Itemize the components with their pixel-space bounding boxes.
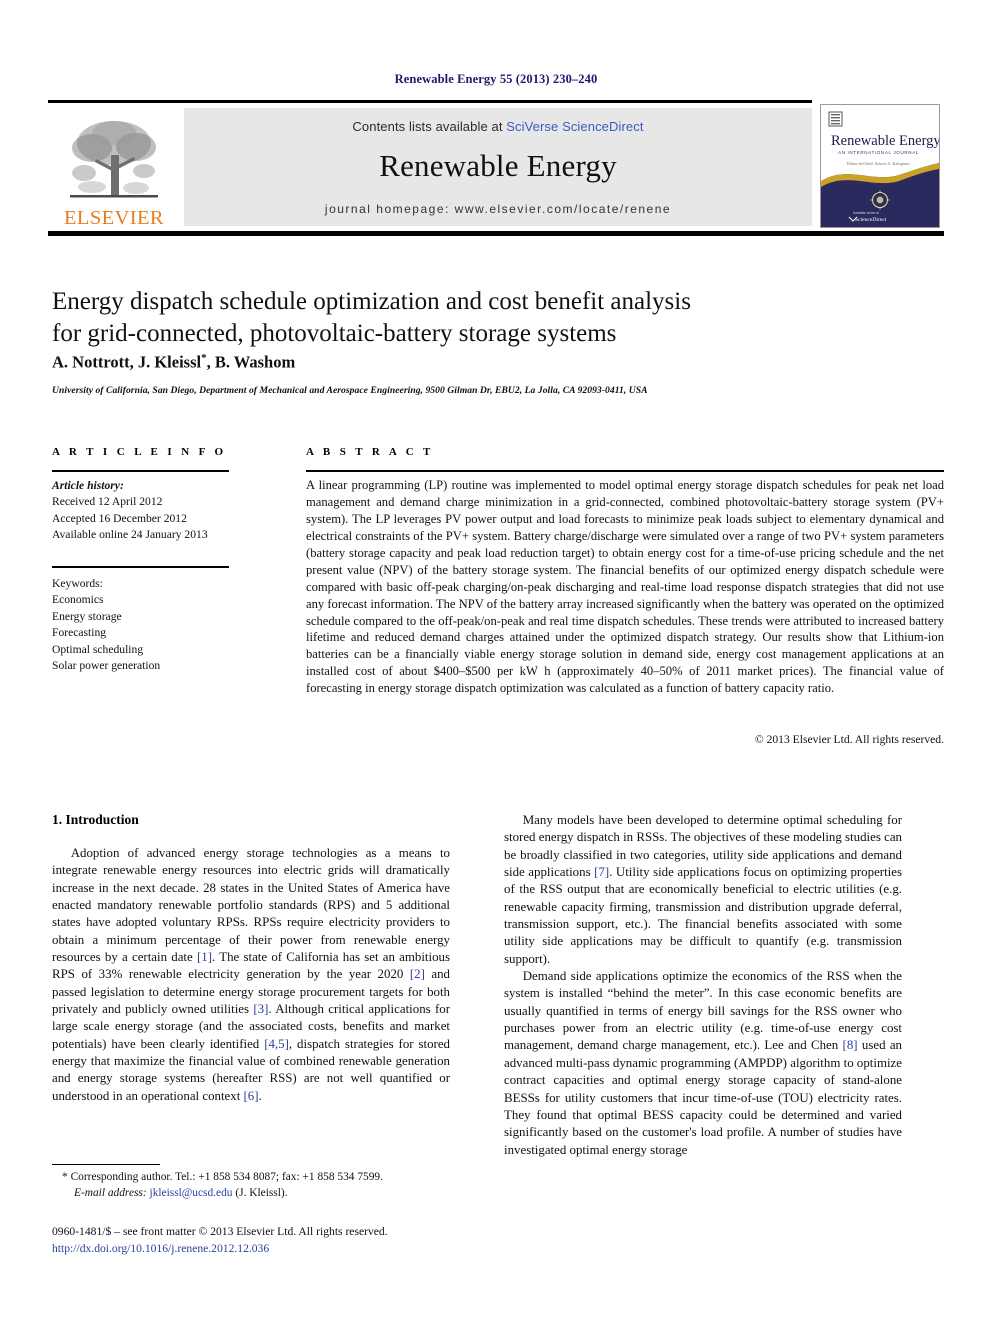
footnote-marker: * [62, 1171, 68, 1183]
elsevier-logo: ELSEVIER [52, 108, 176, 228]
journal-title: Renewable Energy [379, 148, 617, 183]
keywords-label: Keywords: [52, 577, 103, 590]
imprint-block: 0960-1481/$ – see front matter © 2013 El… [52, 1224, 472, 1258]
citation-link[interactable]: [4,5] [264, 1037, 289, 1051]
keyword-item: Solar power generation [52, 659, 161, 673]
journal-homepage[interactable]: journal homepage: www.elsevier.com/locat… [184, 202, 812, 216]
email-person: (J. Kleissl). [235, 1186, 288, 1199]
citation-link[interactable]: [7] [594, 865, 609, 879]
svg-text:ScienceDirect: ScienceDirect [855, 217, 887, 223]
article-info-rule [52, 470, 229, 472]
citation-link[interactable]: [3] [253, 1002, 268, 1016]
masthead-top-rule [48, 100, 812, 103]
history-accepted: Accepted 16 December 2012 [52, 511, 187, 525]
author-list: A. Nottrott, J. Kleissl*, B. Washom [52, 352, 852, 373]
page-title: Energy dispatch schedule optimization an… [52, 286, 852, 350]
keyword-item: Optimal scheduling [52, 642, 144, 656]
article-history-label: Article history: [52, 479, 124, 492]
svg-text:Available online at: Available online at [853, 211, 879, 215]
issn-line: 0960-1481/$ – see front matter © 2013 El… [52, 1225, 388, 1238]
abstract-rule [306, 470, 944, 472]
footnote-rule [52, 1164, 160, 1165]
sciencedirect-link[interactable]: SciVerse ScienceDirect [506, 119, 643, 134]
svg-text:AN INTERNATIONAL JOURNAL: AN INTERNATIONAL JOURNAL [838, 150, 919, 155]
email-label: E-mail address: [74, 1186, 147, 1199]
history-online: Available online 24 January 2013 [52, 528, 208, 542]
email-note: E-mail address: jkleissl@ucsd.edu (J. Kl… [52, 1186, 452, 1202]
paragraph: Adoption of advanced energy storage tech… [52, 846, 451, 1103]
citation-link[interactable]: [8] [843, 1038, 858, 1052]
journal-banner: Contents lists available at SciVerse Sci… [184, 108, 812, 226]
journal-cover-art: Renewable Energy AN INTERNATIONAL JOURNA… [821, 105, 939, 227]
running-head: Renewable Energy 55 (2013) 230–240 [394, 72, 598, 86]
svg-text:Renewable Energy: Renewable Energy [831, 133, 939, 149]
body-column-right: Many models have been developed to deter… [504, 812, 902, 1159]
paragraph: Many models have been developed to deter… [504, 813, 902, 966]
elsevier-wordmark: ELSEVIER [64, 206, 164, 229]
keywords-rule [52, 566, 229, 568]
keywords-block: Keywords: Economics Energy storage Forec… [52, 576, 237, 675]
contents-prefix: Contents lists available at [352, 119, 507, 134]
corresponding-author-note: * Corresponding author. Tel.: +1 858 534… [52, 1170, 452, 1186]
keyword-item: Forecasting [52, 626, 107, 640]
corresponding-author-text: Corresponding author. Tel.: +1 858 534 8… [70, 1171, 383, 1183]
paragraph: Demand side applications optimize the ec… [504, 969, 902, 1157]
abstract-text: A linear programming (LP) routine was im… [306, 478, 944, 696]
contents-list-line: Contents lists available at SciVerse Sci… [184, 108, 812, 134]
body-column-left: Adoption of advanced energy storage tech… [52, 845, 450, 1105]
svg-text:Editor-in-Chief: Soteris A. Ka: Editor-in-Chief: Soteris A. Kalogirou [847, 161, 910, 166]
citation-link[interactable]: [6] [244, 1089, 259, 1103]
title-line-1: Energy dispatch schedule optimization an… [52, 288, 691, 315]
history-received: Received 12 April 2012 [52, 495, 163, 509]
article-info-heading: A R T I C L E I N F O [52, 446, 227, 458]
journal-cover-thumbnail[interactable]: Renewable Energy AN INTERNATIONAL JOURNA… [820, 104, 940, 228]
keyword-item: Energy storage [52, 609, 122, 623]
authors-tail: , B. Washom [206, 352, 296, 372]
citation-link[interactable]: [2] [410, 967, 425, 981]
article-history-block: Article history: Received 12 April 2012 … [52, 478, 237, 544]
journal-masthead: ELSEVIER Contents lists available at Sci… [48, 100, 944, 236]
authors-main: A. Nottrott, J. Kleissl [52, 352, 202, 372]
citation-link[interactable]: [1] [197, 950, 212, 964]
title-line-2: for grid-connected, photovoltaic-battery… [52, 320, 617, 347]
abstract-copyright: © 2013 Elsevier Ltd. All rights reserved… [754, 733, 944, 746]
abstract-heading: A B S T R A C T [306, 446, 434, 458]
section-heading-introduction: 1. Introduction [52, 812, 139, 827]
keyword-item: Economics [52, 593, 104, 607]
affiliation: University of California, San Diego, Dep… [52, 385, 648, 396]
elsevier-tree-icon [70, 120, 158, 197]
footnote-block: * Corresponding author. Tel.: +1 858 534… [52, 1170, 452, 1202]
article-page: Renewable Energy 55 (2013) 230–240 ELSEV… [0, 0, 992, 1323]
doi-link[interactable]: http://dx.doi.org/10.1016/j.renene.2012.… [52, 1241, 472, 1258]
masthead-bottom-rule [48, 231, 944, 236]
email-link[interactable]: jkleissl@ucsd.edu [150, 1187, 233, 1199]
